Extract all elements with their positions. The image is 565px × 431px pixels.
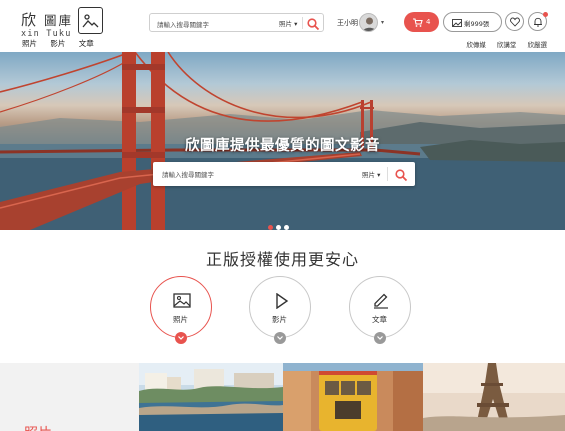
bell-icon (534, 17, 542, 27)
hero-search-input[interactable]: 請輸入搜尋關鍵字 (162, 169, 214, 179)
hero-search-divider (387, 167, 388, 181)
nav-articles[interactable]: 文章 (79, 39, 94, 48)
carousel-dot-3[interactable] (284, 225, 289, 230)
search-icon[interactable] (306, 16, 322, 31)
nav-lecture[interactable]: 欣講堂 (497, 41, 517, 49)
carousel-dot-2[interactable] (276, 225, 281, 230)
main-nav: 照片 影片 文章 (22, 38, 105, 49)
notification-button[interactable] (528, 12, 548, 31)
chevron-down-icon: ▾ (381, 19, 385, 26)
nav-videos[interactable]: 影片 (50, 39, 65, 48)
category-videos[interactable]: 影片 (249, 276, 311, 344)
quota-label: 剩999張 (464, 20, 490, 28)
featured-photo-coast[interactable] (139, 363, 283, 431)
search-type-select[interactable]: 照片 ▾ (279, 18, 297, 28)
carousel-dot-1[interactable] (268, 225, 273, 230)
cart-icon (413, 18, 423, 27)
heart-icon (510, 17, 520, 27)
cart-button[interactable]: 4 (404, 12, 439, 32)
hero-title: 欣圖庫提供最優質的圖文影音 (185, 138, 380, 154)
image-quota-icon (452, 19, 462, 27)
site-header: 欣 圖庫 xin Tuku 照片 影片 文章 請輸入搜尋關鍵字 照片 ▾ 王小明… (0, 0, 565, 52)
quota-button[interactable]: 剩999張 (443, 12, 502, 32)
chevron-down-icon[interactable] (175, 332, 187, 344)
play-icon (276, 293, 289, 309)
search-icon[interactable] (394, 167, 409, 182)
nav-media[interactable]: 欣傳媒 (466, 41, 486, 49)
image-icon (173, 293, 191, 308)
nav-select[interactable]: 欣嚴選 (528, 41, 548, 49)
category-articles[interactable]: 文章 (349, 276, 411, 344)
featured-photo-tram[interactable] (283, 363, 423, 431)
featured-label: 照片 (24, 423, 52, 431)
nav-photos[interactable]: 照片 (22, 39, 37, 48)
search-input[interactable]: 請輸入搜尋關鍵字 (157, 19, 209, 29)
hero-banner: 欣圖庫提供最優質的圖文影音 請輸入搜尋關鍵字 照片 ▾ (0, 52, 565, 230)
pen-icon (374, 293, 388, 309)
favorite-button[interactable] (505, 12, 524, 31)
section-title: 正版授權使用更安心 (205, 250, 359, 269)
chevron-down-icon[interactable] (274, 332, 286, 344)
header-search: 請輸入搜尋關鍵字 照片 ▾ (149, 13, 324, 32)
chevron-down-icon[interactable] (374, 332, 386, 344)
featured-photo-tower[interactable] (423, 363, 565, 431)
logo-image-icon (78, 7, 103, 34)
notification-dot (543, 12, 548, 17)
search-divider (302, 17, 303, 29)
category-photos[interactable]: 照片 (150, 276, 212, 344)
hero-search: 請輸入搜尋關鍵字 照片 ▾ (153, 162, 415, 186)
secondary-nav: 欣傳媒 欣講堂 欣嚴選 (457, 39, 547, 49)
category-label: 文章 (372, 315, 387, 324)
logo-chinese: 欣 圖庫 (21, 11, 74, 29)
user-name: 王小明 (337, 19, 358, 27)
category-label: 照片 (173, 315, 188, 324)
category-label: 影片 (272, 315, 287, 324)
avatar[interactable] (359, 13, 378, 32)
cart-count: 4 (426, 18, 431, 26)
hero-search-type-select[interactable]: 照片 ▾ (362, 169, 380, 179)
carousel-dots (268, 215, 292, 230)
featured-strip: 照片 (0, 363, 565, 431)
